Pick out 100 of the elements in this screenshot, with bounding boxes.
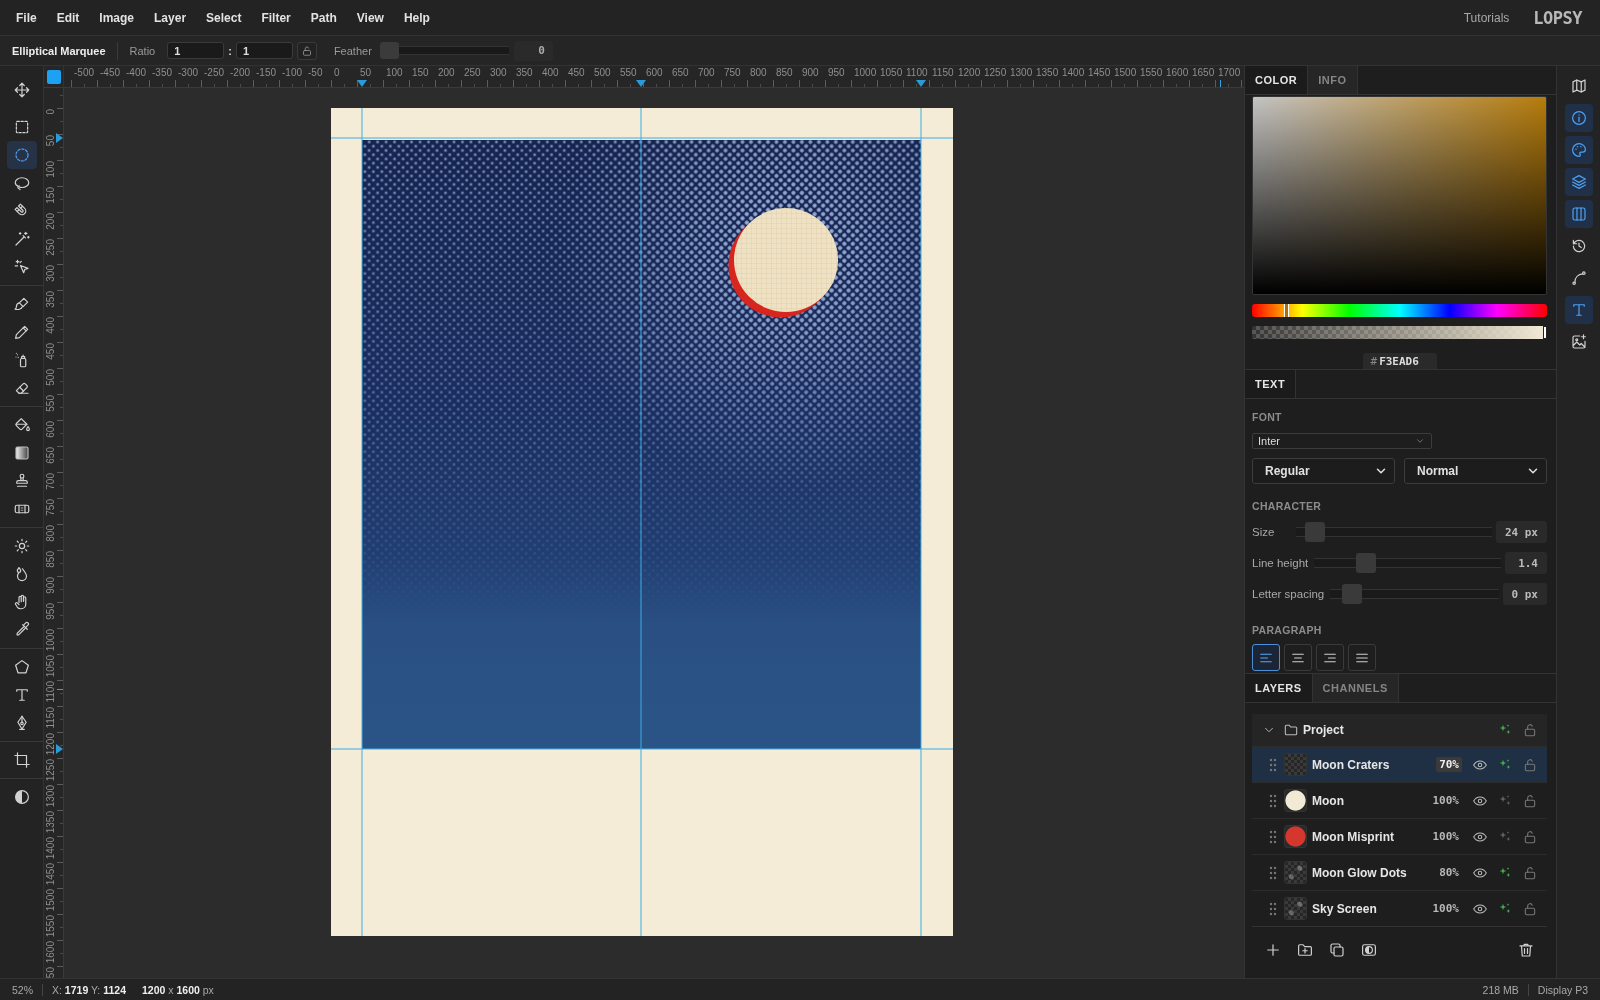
ruler-label: 300 xyxy=(45,265,56,282)
align-button[interactable] xyxy=(1284,644,1312,671)
guide-line[interactable] xyxy=(640,108,642,936)
drag-handle-icon[interactable] xyxy=(1269,793,1277,808)
ruler-label: 1550 xyxy=(45,915,56,938)
slider-thumb[interactable] xyxy=(1342,584,1363,604)
layer-row[interactable]: Moon Craters 70% xyxy=(1252,746,1547,782)
panel-tab[interactable]: INFO xyxy=(1308,66,1358,94)
drag-handle-icon[interactable] xyxy=(1269,829,1277,844)
menu-item[interactable]: Path xyxy=(310,10,337,25)
hex-field[interactable]: # F3EAD6 xyxy=(1362,353,1437,369)
layer-thumbnail xyxy=(1284,753,1307,776)
opacity-value[interactable]: 70% xyxy=(1436,757,1462,772)
ruler-label: 950 xyxy=(45,603,56,620)
ruler-label: 900 xyxy=(45,577,56,594)
menu-item[interactable]: Image xyxy=(99,10,135,25)
feather-value-field[interactable]: 0 xyxy=(513,40,553,61)
triangle-marker-icon[interactable] xyxy=(56,744,63,754)
ruler-label: 950 xyxy=(828,67,845,78)
tutorials-link[interactable]: Tutorials xyxy=(1463,10,1510,25)
weight-select[interactable]: Regular xyxy=(1252,458,1395,484)
panel-toggle-button[interactable] xyxy=(1564,136,1593,164)
value-field[interactable]: 24 px xyxy=(1495,521,1547,543)
zoom-level[interactable]: 52% xyxy=(12,983,33,996)
ruler-label: 1500 xyxy=(1114,67,1137,78)
opacity-value[interactable]: 100% xyxy=(1429,901,1462,916)
open-lock-icon[interactable] xyxy=(1522,864,1538,881)
triangle-marker-icon[interactable] xyxy=(636,80,646,87)
square-icon xyxy=(46,69,61,84)
align-button[interactable] xyxy=(1316,644,1344,671)
value-field[interactable]: 1.4 xyxy=(1505,552,1547,574)
menu-item[interactable]: File xyxy=(16,10,37,25)
ruler-label: 700 xyxy=(698,67,715,78)
slider-thumb[interactable] xyxy=(1304,522,1325,542)
layers-icon xyxy=(1569,173,1588,191)
layer-row[interactable]: Moon Misprint 100% xyxy=(1252,818,1547,854)
color-field[interactable] xyxy=(1252,96,1547,295)
panel-toggle-button[interactable] xyxy=(1564,296,1593,324)
gradient-square-icon xyxy=(12,444,31,462)
layer-name: Moon Glow Dots xyxy=(1312,865,1408,880)
ruler-label: 500 xyxy=(594,67,611,78)
hue-slider[interactable] xyxy=(1252,304,1547,317)
ratio-width-field[interactable]: 1 xyxy=(167,42,225,59)
ruler-label: 1250 xyxy=(984,67,1007,78)
guide-line[interactable] xyxy=(920,108,922,936)
open-lock-icon[interactable] xyxy=(1522,792,1538,809)
open-lock-icon[interactable] xyxy=(1522,828,1538,845)
ratio-height-field[interactable]: 1 xyxy=(235,42,293,59)
triangle-marker-icon[interactable] xyxy=(916,80,926,87)
open-lock-icon[interactable] xyxy=(1522,756,1538,773)
panel-tab[interactable]: CHANNELS xyxy=(1312,674,1399,702)
layer-row[interactable]: Sky Screen 100% xyxy=(1252,890,1547,926)
ruler-label: 1450 xyxy=(45,863,56,886)
menu-item[interactable]: Layer xyxy=(154,10,187,25)
layer-group-row[interactable]: Project xyxy=(1252,714,1547,746)
menu-item[interactable]: View xyxy=(356,10,384,25)
triangle-marker-icon[interactable] xyxy=(357,80,367,87)
opacity-value[interactable]: 100% xyxy=(1429,793,1462,808)
menu-item[interactable]: Select xyxy=(206,10,242,25)
slider-thumb[interactable] xyxy=(379,42,399,59)
ruler-label: 100 xyxy=(386,67,403,78)
open-lock-icon[interactable] xyxy=(1522,722,1538,738)
ruler-label: 250 xyxy=(45,239,56,256)
opacity-value[interactable]: 80% xyxy=(1436,865,1462,880)
style-select[interactable]: Normal xyxy=(1404,458,1547,484)
align-button[interactable] xyxy=(1252,644,1280,671)
menu-item[interactable]: Filter xyxy=(261,10,291,25)
tool-name: Elliptical Marquee xyxy=(12,44,106,57)
ruler-label: -250 xyxy=(204,67,224,78)
ratio-lock-button[interactable] xyxy=(296,41,317,60)
ruler-label: 1450 xyxy=(1088,67,1111,78)
menu-item[interactable]: Help xyxy=(403,10,430,25)
font-dropdown[interactable]: Inter xyxy=(1252,433,1432,449)
triangle-marker-icon[interactable] xyxy=(56,133,63,143)
drag-handle-icon[interactable] xyxy=(1269,865,1277,880)
align-button[interactable] xyxy=(1348,644,1376,671)
ruler-label: 650 xyxy=(672,67,689,78)
pencil-icon xyxy=(12,323,31,341)
lasso-icon xyxy=(12,174,31,192)
drag-handle-icon[interactable] xyxy=(1269,901,1277,916)
drag-handle-icon[interactable] xyxy=(1269,757,1277,772)
layer-row[interactable]: Moon 100% xyxy=(1252,782,1547,818)
panel-toggle-button[interactable] xyxy=(1564,104,1593,132)
opacity-value[interactable]: 100% xyxy=(1429,829,1462,844)
guide-line[interactable] xyxy=(361,108,363,936)
ruler-label: 700 xyxy=(45,473,56,490)
mask-icon xyxy=(1360,941,1378,959)
document-size: 1200 x 1600 px xyxy=(142,983,214,996)
panel-toggle-button[interactable] xyxy=(1564,200,1593,228)
curve-icon xyxy=(1569,269,1588,287)
open-lock-icon[interactable] xyxy=(1522,900,1538,917)
value-field[interactable]: 0 px xyxy=(1502,583,1547,605)
layer-row[interactable]: Moon Glow Dots 80% xyxy=(1252,854,1547,890)
slider-thumb[interactable] xyxy=(1355,553,1376,573)
alpha-slider[interactable] xyxy=(1252,326,1547,339)
panel-toggle-button[interactable] xyxy=(1564,168,1593,196)
ruler-label: 600 xyxy=(45,421,56,438)
plus-icon xyxy=(1264,941,1282,959)
menu-item[interactable]: Edit xyxy=(56,10,80,25)
slider-thumb[interactable] xyxy=(1543,326,1547,339)
